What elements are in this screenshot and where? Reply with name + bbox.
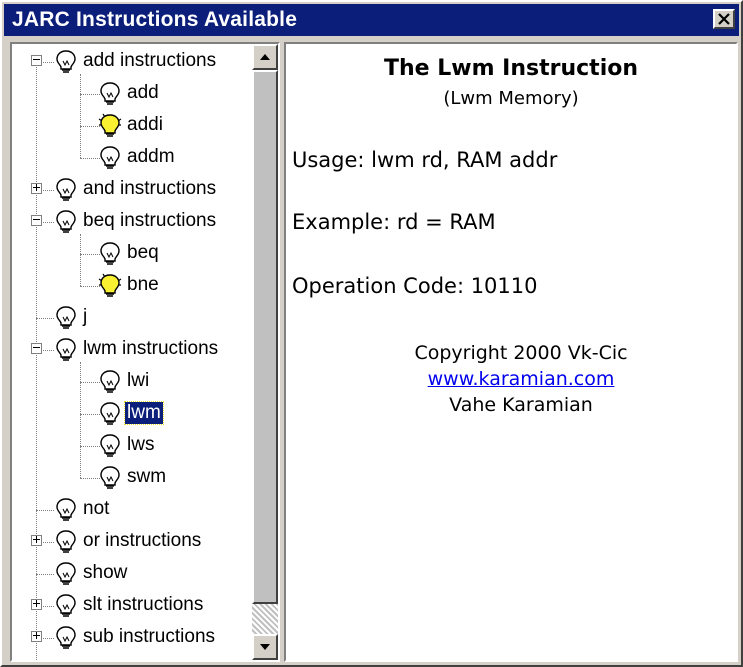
scroll-track[interactable] [252, 604, 278, 634]
instruction-tree[interactable]: add instructions add addi addm and instructi… [10, 42, 280, 662]
tree-node-label: addi [127, 114, 163, 135]
collapse-toggle-icon[interactable] [31, 343, 42, 354]
tree-node-label: lwi [127, 370, 150, 391]
lightbulb-off-icon [98, 433, 122, 459]
collapse-toggle-icon[interactable] [31, 55, 42, 66]
tree-node[interactable]: not [12, 494, 252, 526]
tree-connector [80, 254, 100, 255]
tree-connector [80, 382, 100, 383]
tree-connector [36, 510, 54, 511]
tree-node-label: or instructions [83, 530, 202, 551]
lightbulb-off-icon [54, 305, 78, 331]
expand-toggle-icon[interactable] [31, 631, 42, 642]
tree-node[interactable]: and instructions [12, 174, 252, 206]
lightbulb-off-icon [54, 177, 78, 203]
tree-node-label: addm [127, 146, 175, 167]
tree-scrollbar[interactable] [252, 44, 278, 660]
tree-node-label: not [83, 498, 110, 519]
lightbulb-off-icon [54, 497, 78, 523]
tree-node[interactable]: slt instructions [12, 590, 252, 622]
scroll-down-arrow-icon [260, 644, 270, 650]
collapse-toggle-icon[interactable] [31, 215, 42, 226]
tree-node-label: and instructions [83, 178, 217, 199]
tree-node[interactable]: or instructions [12, 526, 252, 558]
scroll-thumb[interactable] [252, 70, 278, 604]
usage-text: Usage: lwm rd, RAM addr [292, 148, 558, 172]
tree-connector [80, 94, 100, 95]
tree-connector [80, 446, 100, 447]
tree-node[interactable]: beq instructions [12, 206, 252, 238]
lightbulb-off-icon [54, 625, 78, 651]
lightbulb-off-icon [54, 593, 78, 619]
author-text: Vahe Karamian [449, 394, 593, 416]
expand-toggle-icon[interactable] [31, 599, 42, 610]
tree-leaf[interactable]: add [12, 78, 252, 110]
tree-node-label: bne [127, 274, 159, 295]
tree-connector [80, 286, 100, 287]
tree-connector [80, 158, 100, 159]
lightbulb-off-icon [98, 369, 122, 395]
tree-connector [80, 478, 100, 479]
copyright-text: Copyright 2000 Vk-Cic [414, 342, 628, 364]
tree-leaf[interactable]: lws [12, 430, 252, 462]
tree-node-label: lwm instructions [83, 338, 219, 359]
close-icon [718, 13, 730, 25]
tree-node-label: lwm [124, 401, 164, 425]
tree-node-label: show [83, 562, 128, 583]
tree-node[interactable]: sub instructions [12, 622, 252, 654]
lightbulb-off-icon [98, 241, 122, 267]
lightbulb-off-icon [54, 529, 78, 555]
tree-connector [36, 318, 54, 319]
lightbulb-off-icon [54, 337, 78, 363]
tree-node-label: swm [127, 466, 167, 487]
tree-leaf[interactable]: addi [12, 110, 252, 142]
tree-node[interactable]: j [12, 302, 252, 334]
scroll-up-arrow-icon [260, 54, 270, 60]
lightbulb-off-icon [54, 209, 78, 235]
tree-leaf[interactable]: bne [12, 270, 252, 302]
expand-toggle-icon[interactable] [31, 535, 42, 546]
tree-node-label: slt instructions [83, 594, 204, 615]
instruction-detail: The Lwm Instruction (Lwm Memory) Usage: … [284, 42, 738, 662]
lightbulb-off-icon [98, 145, 122, 171]
lightbulb-on-icon [98, 273, 122, 299]
jarc-window: JARC Instructions Available add instruct… [0, 0, 743, 667]
expand-toggle-icon[interactable] [31, 183, 42, 194]
tree-leaf[interactable]: swm [12, 462, 252, 494]
tree-node[interactable]: add instructions [12, 46, 252, 78]
scroll-down-button[interactable] [252, 634, 278, 660]
opcode-text: Operation Code: 10110 [292, 274, 538, 298]
tree-leaf[interactable]: addm [12, 142, 252, 174]
tree-node-label: lws [127, 434, 155, 455]
website-link[interactable]: www.karamian.com [428, 368, 615, 390]
window-title: JARC Instructions Available [12, 8, 298, 31]
tree-connector [80, 414, 100, 415]
tree-node-label: beq [127, 242, 159, 263]
tree-node-label: add instructions [83, 50, 217, 71]
lightbulb-off-icon [98, 401, 122, 427]
tree-connector [80, 126, 100, 127]
scroll-up-button[interactable] [252, 44, 278, 70]
tree-node-label: j [83, 306, 88, 327]
example-text: Example: rd = RAM [292, 210, 496, 234]
lightbulb-on-icon [98, 113, 122, 139]
instruction-subtitle: (Lwm Memory) [443, 88, 579, 109]
instruction-title: The Lwm Instruction [383, 56, 639, 81]
tree-node-label: sub instructions [83, 626, 216, 647]
tree-leaf[interactable]: lwi [12, 366, 252, 398]
tree-node-label: beq instructions [83, 210, 217, 231]
lightbulb-off-icon [98, 81, 122, 107]
tree-leaf[interactable]: lwm [12, 398, 252, 430]
close-button[interactable] [713, 9, 735, 29]
tree-leaf[interactable]: beq [12, 238, 252, 270]
lightbulb-off-icon [54, 561, 78, 587]
tree-node[interactable]: lwm instructions [12, 334, 252, 366]
lightbulb-off-icon [54, 49, 78, 75]
tree-node-label: add [127, 82, 159, 103]
tree-node[interactable]: show [12, 558, 252, 590]
title-bar[interactable]: JARC Instructions Available [4, 4, 739, 36]
tree-connector [36, 574, 54, 575]
tree-list: add instructions add addi addm and instructi… [12, 44, 252, 660]
lightbulb-off-icon [98, 465, 122, 491]
